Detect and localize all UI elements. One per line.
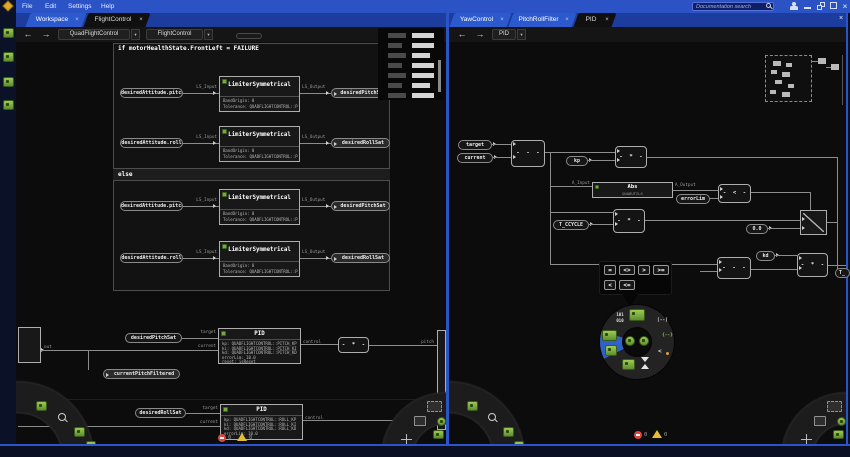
- tab-workspace[interactable]: Workspace ×: [25, 13, 86, 27]
- crosshair-icon[interactable]: [801, 434, 812, 444]
- back-button[interactable]: ←: [22, 28, 34, 41]
- zoom-badge: [236, 33, 262, 39]
- tab-label: FlightControl: [91, 13, 135, 27]
- tab-label: Workspace: [33, 13, 71, 27]
- restore-button[interactable]: [817, 2, 826, 11]
- debug-bug-icon[interactable]: [36, 401, 47, 411]
- window-right-border: [846, 13, 848, 444]
- tab-label: YawControl: [457, 13, 496, 27]
- watering-can-icon[interactable]: [503, 427, 514, 437]
- right-corner-menus: [449, 42, 846, 444]
- menu-file[interactable]: File: [22, 1, 32, 12]
- crosshair-icon[interactable]: [401, 434, 412, 444]
- warning-indicator-icon[interactable]: [652, 430, 662, 438]
- minimap-bar: [412, 33, 434, 38]
- minimize-button[interactable]: [804, 7, 811, 9]
- zoom-search-icon[interactable]: [488, 413, 496, 421]
- starburst-icon[interactable]: [437, 417, 446, 426]
- left-corner-menus: [16, 42, 446, 444]
- tab-close-icon[interactable]: ×: [137, 13, 145, 27]
- corner-menu-ring[interactable]: [16, 372, 103, 444]
- folder-search-icon[interactable]: [3, 52, 14, 62]
- tab-yawcontrol[interactable]: YawControl ×: [449, 13, 511, 27]
- blocks-icon[interactable]: [814, 416, 826, 426]
- corner-menu-ring[interactable]: [449, 372, 534, 444]
- warning-count: 0: [664, 431, 667, 439]
- selection-rect-icon[interactable]: [827, 401, 842, 412]
- blocks-icon[interactable]: [414, 416, 426, 426]
- warning-count: 0: [249, 434, 252, 442]
- restore-icon-back: [817, 5, 822, 10]
- tab-strip-close-icon[interactable]: ×: [836, 15, 846, 25]
- menu-edit[interactable]: Edit: [45, 1, 56, 12]
- back-button[interactable]: ←: [456, 28, 468, 41]
- error-indicator-icon[interactable]: [634, 431, 642, 439]
- tab-close-icon[interactable]: ×: [563, 13, 571, 27]
- tab-pitchrollfilter[interactable]: PitchRollFilter ×: [508, 13, 576, 27]
- forward-button[interactable]: →: [474, 28, 486, 41]
- user-icon[interactable]: [790, 2, 798, 11]
- tab-close-icon[interactable]: ×: [603, 13, 611, 27]
- tab-label: PID: [581, 13, 601, 27]
- watering-can-icon[interactable]: [74, 427, 85, 437]
- window-close-button[interactable]: ×: [840, 0, 850, 12]
- minimap-bar: [388, 33, 406, 38]
- image-icon[interactable]: [3, 77, 14, 87]
- documentation-search-input[interactable]: [692, 2, 774, 11]
- breadcrumb-flightcontrol[interactable]: FlightControl: [146, 29, 203, 40]
- error-count: 0: [644, 431, 647, 439]
- warning-indicator-icon[interactable]: [237, 433, 247, 441]
- tool-icon[interactable]: [86, 441, 96, 444]
- error-count: 0: [228, 434, 231, 442]
- tab-close-icon[interactable]: ×: [498, 13, 506, 27]
- debug-bug-icon[interactable]: [467, 401, 478, 411]
- gear-icon[interactable]: [3, 100, 14, 110]
- tool-icon[interactable]: [514, 441, 524, 444]
- starburst-icon[interactable]: [837, 417, 846, 426]
- tab-pid[interactable]: PID ×: [573, 13, 616, 27]
- breadcrumb-quadflightcontrol[interactable]: QuadFlightControl: [58, 29, 130, 40]
- maximize-button[interactable]: [830, 2, 837, 9]
- add-blocks-icon[interactable]: [433, 430, 444, 439]
- folder-icon[interactable]: [3, 28, 14, 38]
- chevron-down-icon[interactable]: ▾: [204, 29, 213, 40]
- tab-label: PitchRollFilter: [516, 13, 561, 27]
- chevron-down-icon[interactable]: ▾: [131, 29, 140, 40]
- menu-settings[interactable]: Settings: [68, 1, 92, 12]
- tab-close-icon[interactable]: ×: [73, 13, 81, 27]
- zoom-search-icon[interactable]: [58, 413, 66, 421]
- forward-button[interactable]: →: [40, 28, 52, 41]
- breadcrumb-pid[interactable]: PID: [492, 29, 516, 40]
- error-indicator-icon[interactable]: [218, 434, 226, 442]
- menu-help[interactable]: Help: [101, 1, 114, 12]
- selection-rect-icon[interactable]: [427, 401, 442, 412]
- search-icon: [766, 3, 771, 8]
- left-toolbar-rail: [0, 0, 16, 444]
- add-blocks-icon[interactable]: [833, 430, 844, 439]
- tab-flightcontrol[interactable]: FlightControl ×: [83, 13, 150, 27]
- app-window: File Edit Settings Help × Workspace × Fl…: [0, 0, 850, 457]
- window-bottom-strip: [0, 444, 850, 457]
- chevron-down-icon[interactable]: ▾: [517, 29, 526, 40]
